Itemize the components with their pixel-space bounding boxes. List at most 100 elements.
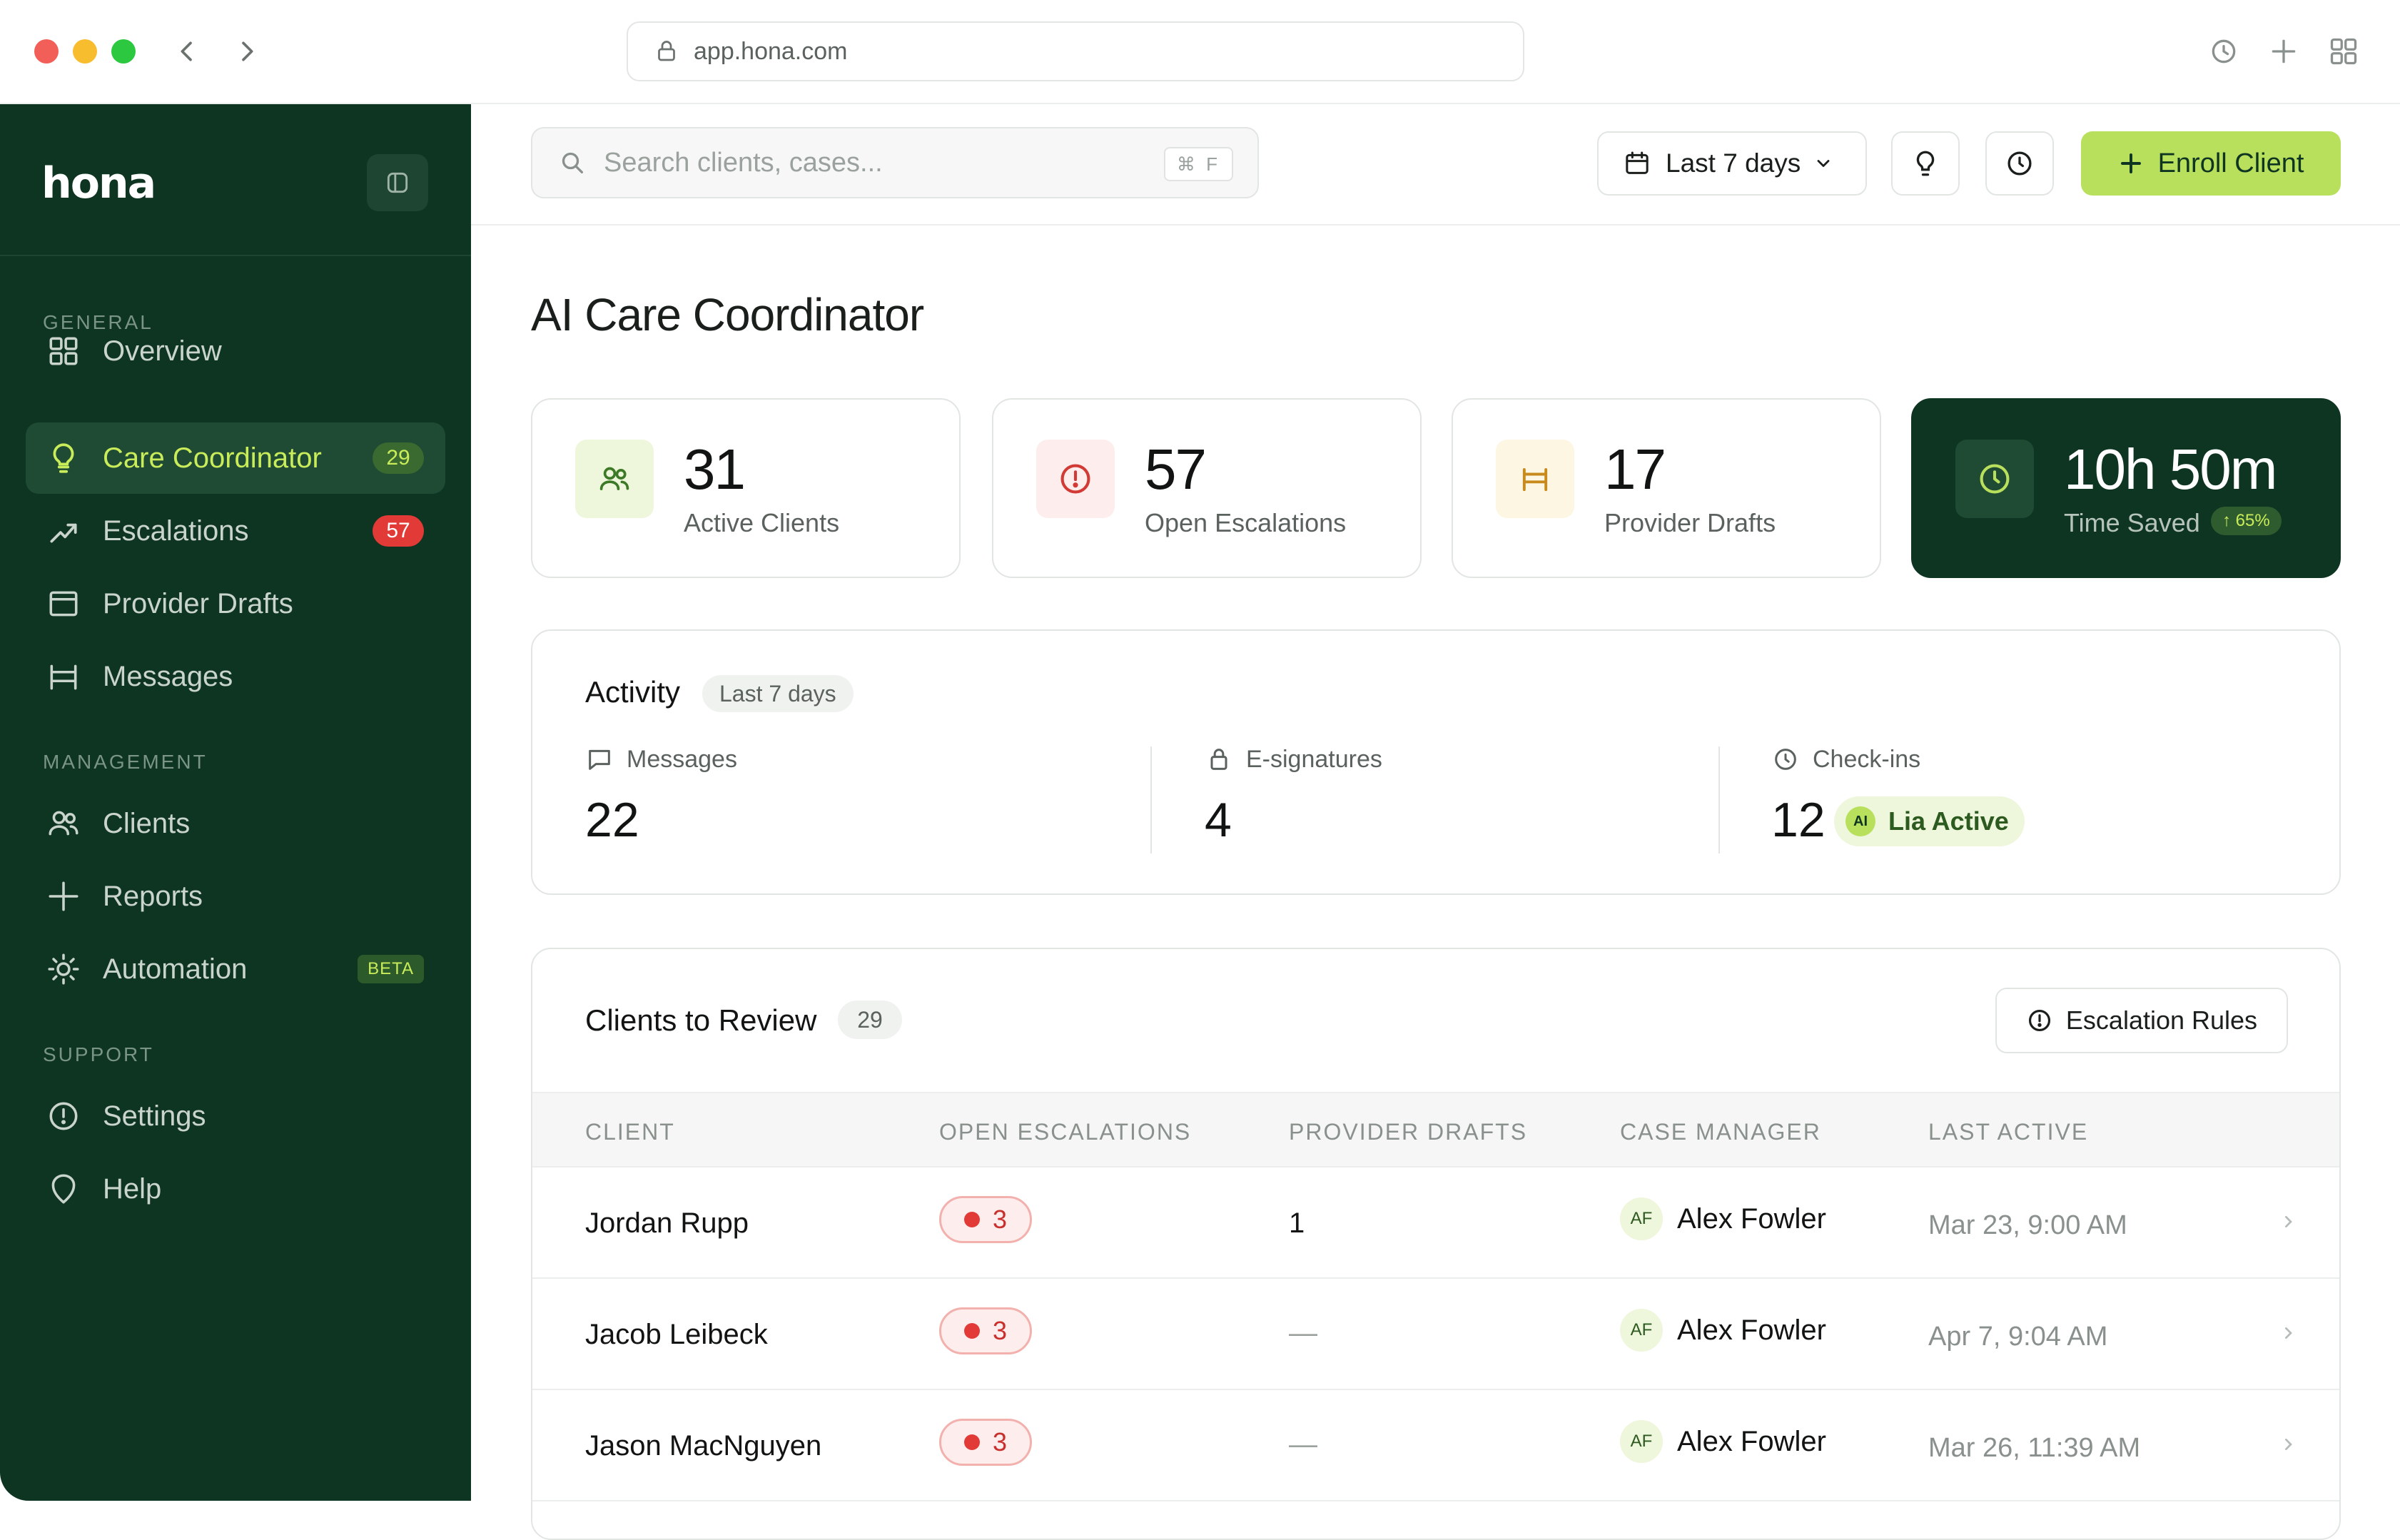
sidebar-item-provider-drafts[interactable]: Provider Drafts — [26, 568, 445, 639]
lia-active-label: Lia Active — [1888, 806, 2009, 836]
forward-button[interactable] — [228, 33, 265, 70]
enroll-client-button[interactable]: Enroll Client — [2081, 131, 2341, 196]
client-name: Jacob Leibeck — [585, 1319, 768, 1350]
address-bar[interactable]: app.hona.com — [627, 21, 1524, 81]
activity-label: E-signatures — [1246, 745, 1382, 773]
table-row[interactable]: Jordan Rupp 3 1 AF Alex Fowler Mar 23, 9… — [532, 1167, 2339, 1279]
activity-messages: Messages 22 — [585, 745, 737, 848]
stat-icon-wrap — [1955, 440, 2034, 518]
sidebar: hona GENERAL Overview Care Coordinator 2… — [0, 104, 471, 1501]
clock-icon — [2212, 39, 2236, 64]
stat-label: Provider Drafts — [1604, 508, 1776, 537]
stat-card-provider-drafts[interactable]: 17 Provider Drafts — [1452, 398, 1881, 578]
sidebar-item-label: Care Coordinator — [103, 442, 322, 474]
stat-icon-wrap — [575, 440, 654, 518]
window-minimize-button[interactable] — [73, 39, 97, 64]
stat-card-open-escalations[interactable]: 57 Open Escalations — [992, 398, 1422, 578]
provider-drafts-count: — — [1289, 1429, 1317, 1460]
column-header-case-manager[interactable]: CASE MANAGER — [1620, 1119, 1821, 1145]
sidebar-item-care-coordinator[interactable]: Care Coordinator 29 — [26, 422, 445, 494]
enroll-client-label: Enroll Client — [2157, 148, 2304, 178]
sidebar-item-automation[interactable]: Automation BETA — [26, 933, 445, 1005]
case-manager-name: Alex Fowler — [1677, 1314, 1826, 1346]
case-manager: AF Alex Fowler — [1620, 1309, 1826, 1352]
avatar: AF — [1620, 1420, 1663, 1463]
tab-overview-button[interactable] — [2324, 31, 2364, 71]
sidebar-item-help[interactable]: Help — [26, 1153, 445, 1225]
escalation-count: 3 — [992, 1205, 1008, 1234]
stat-value: 17 — [1604, 437, 1666, 501]
sidebar-item-label: Reports — [103, 880, 203, 912]
stat-label: Time Saved — [2064, 508, 2200, 537]
sidebar-item-reports[interactable]: Reports — [26, 861, 445, 932]
client-name: Jason MacNguyen — [585, 1430, 822, 1462]
history-button[interactable] — [2204, 31, 2244, 71]
table-row[interactable]: Jason MacNguyen 3 — AF Alex Fowler Mar 2… — [532, 1390, 2339, 1501]
alert-dot-icon — [963, 1323, 980, 1339]
sidebar-toggle-icon — [387, 172, 408, 193]
sidebar-item-messages[interactable]: Messages — [26, 641, 445, 712]
date-range-label: Last 7 days — [1666, 148, 1801, 178]
case-manager-name: Alex Fowler — [1677, 1425, 1826, 1457]
activity-label: Messages — [627, 745, 737, 773]
count-badge: 57 — [373, 515, 424, 547]
new-tab-button[interactable] — [2264, 31, 2304, 71]
search-input[interactable]: Search clients, cases... ⌘ F — [531, 127, 1259, 198]
column-header-last-active[interactable]: LAST ACTIVE — [1928, 1119, 2088, 1145]
sidebar-item-escalations[interactable]: Escalations 57 — [26, 495, 445, 567]
grid-icon — [49, 337, 78, 365]
chevron-right-icon — [2285, 1327, 2292, 1339]
insights-button[interactable] — [1891, 131, 1960, 196]
frame-icon — [50, 664, 77, 690]
section-label-management: MANAGEMENT — [43, 751, 208, 773]
review-title: Clients to Review — [585, 1003, 817, 1037]
sidebar-item-label: Help — [103, 1172, 162, 1205]
window-zoom-button[interactable] — [111, 39, 136, 64]
last-active: Mar 26, 11:39 AM — [1928, 1433, 2141, 1463]
history-button[interactable] — [1985, 131, 2054, 196]
top-bar: Search clients, cases... ⌘ F Last 7 days… — [471, 104, 2400, 226]
clock-icon — [2007, 151, 2032, 176]
chevron-down-icon — [1817, 160, 1830, 167]
sidebar-divider — [0, 255, 471, 256]
stat-card-time-saved[interactable]: 10h 50m Time Saved ↑ 65% — [1911, 398, 2341, 578]
column-header-client[interactable]: CLIENT — [585, 1119, 675, 1145]
plus-icon — [49, 881, 79, 911]
escalation-count: 3 — [992, 1427, 1008, 1457]
sidebar-item-overview[interactable]: Overview — [26, 315, 445, 387]
trend-icon — [50, 523, 77, 543]
stat-value: 57 — [1145, 437, 1207, 501]
window-close-button[interactable] — [34, 39, 59, 64]
calendar-icon — [1626, 151, 1649, 174]
stat-card-active-clients[interactable]: 31 Active Clients — [531, 398, 961, 578]
column-header-provider-drafts[interactable]: PROVIDER DRAFTS — [1289, 1119, 1527, 1145]
window-icon — [49, 591, 78, 617]
lock-icon — [658, 41, 675, 61]
search-shortcut-hint: ⌘ F — [1163, 147, 1233, 181]
activity-value: 22 — [585, 793, 639, 847]
grid-icon — [2330, 38, 2357, 65]
escalation-count-pill: 3 — [939, 1419, 1032, 1466]
activity-divider — [1718, 746, 1720, 853]
provider-drafts-count: 1 — [1289, 1207, 1305, 1239]
lock-icon — [1210, 749, 1227, 770]
column-header-open-escalations[interactable]: OPEN ESCALATIONS — [939, 1119, 1191, 1145]
hona-logo[interactable]: hona — [41, 158, 156, 208]
users-icon — [599, 467, 629, 490]
escalation-rules-button[interactable]: Escalation Rules — [1995, 988, 2288, 1053]
sidebar-item-clients[interactable]: Clients — [26, 788, 445, 859]
lia-active-badge: AI Lia Active — [1834, 796, 2025, 846]
lightbulb-icon — [1916, 151, 1935, 176]
sidebar-item-settings[interactable]: Settings — [26, 1080, 445, 1152]
section-label-support: SUPPORT — [43, 1043, 154, 1065]
message-icon — [589, 749, 610, 770]
date-range-dropdown[interactable]: Last 7 days — [1597, 131, 1867, 196]
search-icon — [562, 152, 583, 173]
collapse-sidebar-button[interactable] — [367, 154, 428, 211]
shield-icon — [51, 1174, 76, 1204]
chevron-left-icon — [181, 41, 192, 61]
stat-icon-wrap — [1496, 440, 1574, 518]
back-button[interactable] — [168, 33, 206, 70]
escalation-count-pill: 3 — [939, 1307, 1032, 1354]
table-row[interactable]: Jacob Leibeck 3 — AF Alex Fowler Apr 7, … — [532, 1279, 2339, 1390]
